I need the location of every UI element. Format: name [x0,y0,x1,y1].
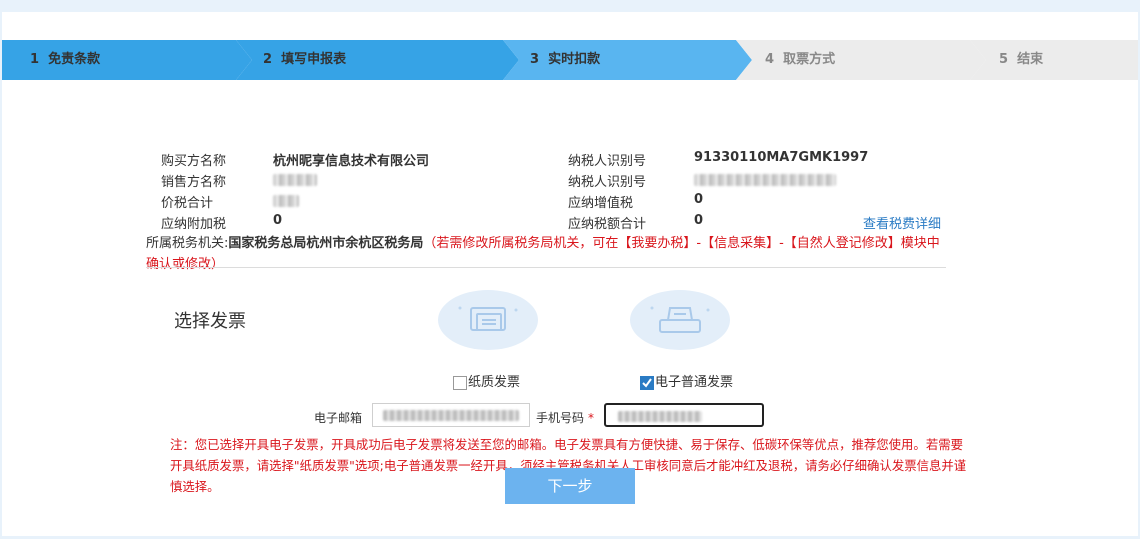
divider [146,267,946,268]
next-step-button[interactable]: 下一步 [505,468,635,504]
electronic-invoice-checkbox[interactable] [640,376,654,390]
vat-value: 0 [694,192,704,207]
step-4-label: 4 取票方式 [765,52,836,67]
step-2-label: 2 填写申报表 [263,52,347,67]
seller-tax-id-label: 纳税人识别号 [568,175,647,190]
tax-office-name: 国家税务总局杭州市余杭区税务局 [228,236,424,251]
phone-label: 手机号码 * [536,411,595,425]
tax-office-label: 所属税务机关: [146,236,229,251]
surcharge-label: 应纳附加税 [161,217,227,232]
buyer-name-label: 购买方名称 [161,154,227,169]
seller-tax-id-redacted [694,174,836,186]
tax-detail-link[interactable]: 查看税费详细 [863,213,941,232]
phone-redacted [618,411,702,422]
frame-left [0,12,2,539]
buyer-name-value: 杭州昵享信息技术有限公司 [273,154,430,169]
buyer-tax-id-label: 纳税人识别号 [568,154,647,169]
step-5-arrow [970,40,1138,80]
tax-office-line: 所属税务机关:国家税务总局杭州市余杭区税务局（若需修改所属税务局机关，可在【我要… [146,233,946,275]
step-1-label: 1 免责条款 [30,52,101,67]
email-label: 电子邮箱 [314,411,363,425]
paper-invoice-checkbox[interactable] [453,376,467,390]
vat-label: 应纳增值税 [568,196,634,211]
total-redacted [273,195,299,207]
email-input[interactable] [372,403,530,427]
step-5-label: 5 结束 [999,52,1044,67]
paper-invoice-label: 纸质发票 [468,375,521,390]
email-redacted [383,410,519,421]
electronic-invoice-label: 电子普通发票 [655,375,734,390]
seller-name-label: 销售方名称 [161,175,227,190]
top-bar [0,0,1140,12]
paper-invoice-option[interactable]: 纸质发票 [453,371,520,390]
tax-total-label: 应纳税额合计 [568,217,647,232]
tax-total-value: 0 [694,213,704,228]
invoice-section-title: 选择发票 [174,311,246,332]
step-3-label: 3 实时扣款 [530,52,601,67]
electronic-invoice-icon[interactable] [630,290,730,350]
surcharge-value: 0 [273,213,283,228]
electronic-invoice-option[interactable]: 电子普通发票 [640,371,733,390]
phone-input[interactable] [604,403,764,427]
step-progress-bar: 1 免责条款 2 填写申报表 3 实时扣款 4 取票方式 5 结束 [2,39,1138,81]
seller-name-redacted [273,174,317,186]
buyer-tax-id-value: 91330110MA7GMK1997 [694,150,869,165]
required-mark: * [588,411,595,425]
paper-invoice-icon[interactable] [438,290,538,350]
total-label: 价税合计 [161,196,214,211]
checkmark-icon [642,378,652,388]
